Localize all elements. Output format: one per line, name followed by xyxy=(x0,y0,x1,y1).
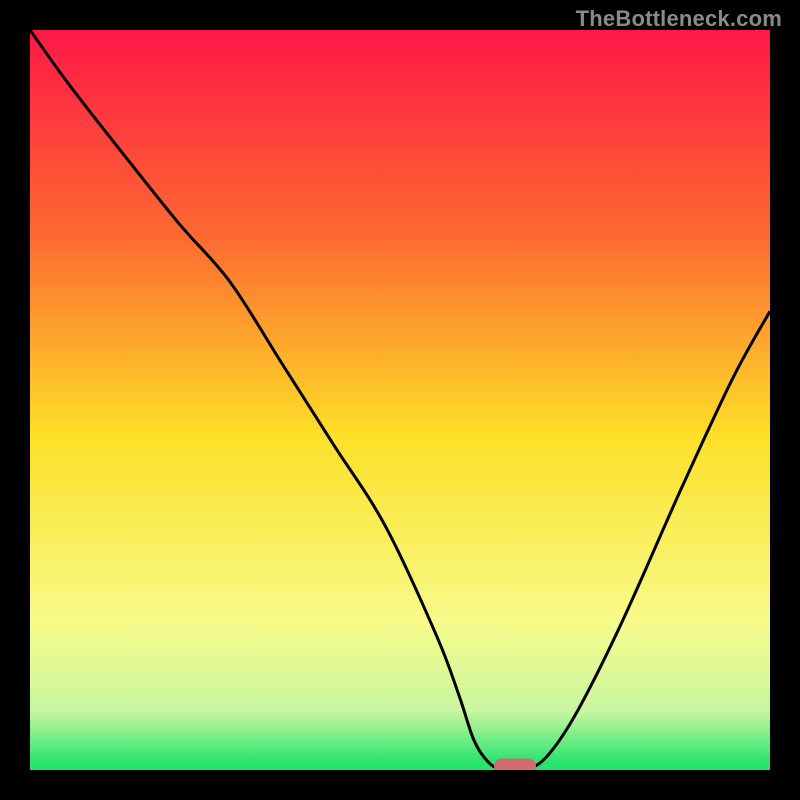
bottleneck-curve xyxy=(30,30,770,770)
bottleneck-curve-path xyxy=(30,30,770,770)
plot-area xyxy=(30,30,770,770)
optimal-marker xyxy=(494,758,536,770)
chart-frame: TheBottleneck.com xyxy=(0,0,800,800)
watermark-text: TheBottleneck.com xyxy=(576,6,782,32)
